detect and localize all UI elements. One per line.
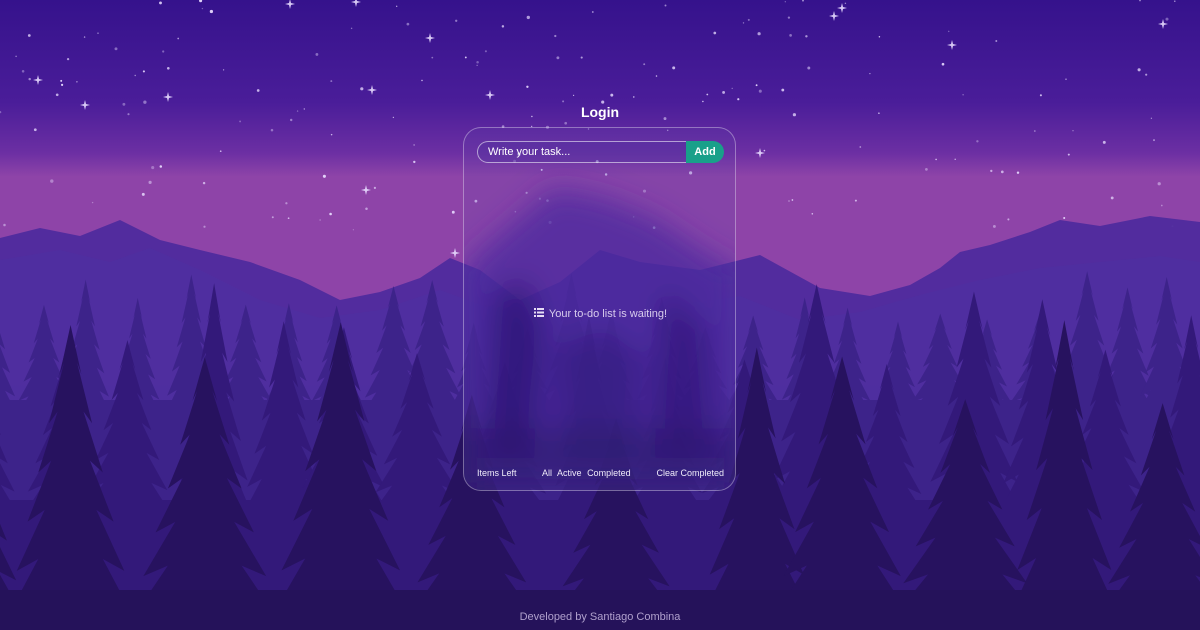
list-icon <box>533 308 544 320</box>
developer-credit: Developed by Santiago Combina <box>519 611 681 623</box>
background-scene: Login Add <box>0 0 1200 630</box>
clear-completed-button[interactable]: Clear Completed <box>656 468 724 478</box>
task-input-row: Add <box>477 141 724 163</box>
empty-state: Your to-do list is waiting! <box>464 308 735 320</box>
todo-footer: Items Left All Active Completed Clear Co… <box>477 468 724 482</box>
filter-all[interactable]: All <box>542 468 552 478</box>
add-button[interactable]: Add <box>686 141 724 163</box>
login-link[interactable]: Login <box>0 104 1200 120</box>
filter-active[interactable]: Active <box>557 468 582 478</box>
empty-state-text: Your to-do list is waiting! <box>548 308 668 320</box>
task-input[interactable] <box>477 141 699 163</box>
todo-card: Add Your to-do list is waiting! Items Le… <box>463 127 736 491</box>
items-left-counter: Items Left <box>477 468 517 478</box>
filter-group: All Active Completed <box>542 468 634 478</box>
filter-completed[interactable]: Completed <box>587 468 631 478</box>
